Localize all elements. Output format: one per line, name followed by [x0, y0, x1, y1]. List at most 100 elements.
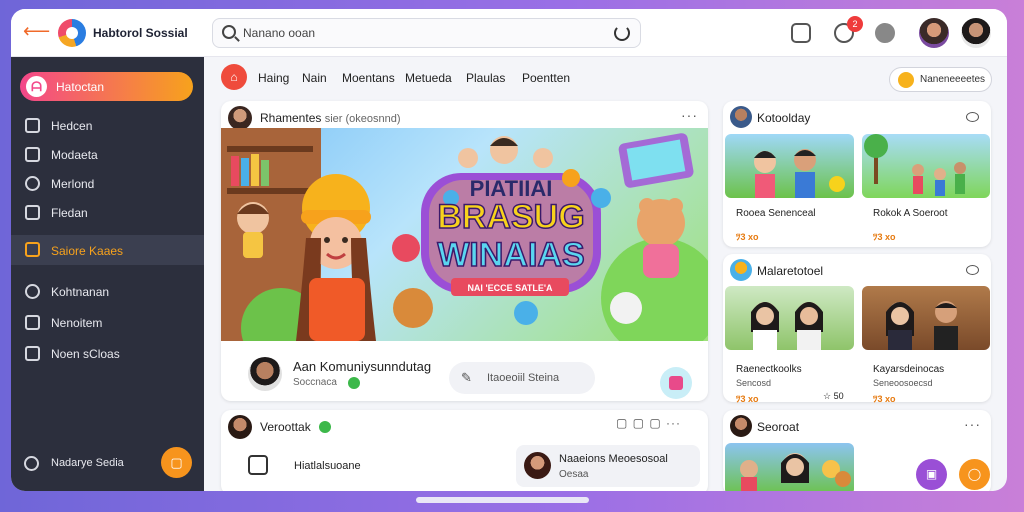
thumbnail[interactable] [725, 443, 854, 491]
more-icon[interactable]: ··· [681, 107, 698, 123]
help-icon[interactable] [875, 23, 895, 43]
thumb-value: ﾂ3 xo [736, 232, 759, 242]
sidebar-item[interactable]: Modaeta [11, 142, 204, 168]
side-card: Malaretotoel Raenectkoolks Sencosd ﾂ3 xo… [723, 254, 991, 404]
thumbnail[interactable] [725, 286, 854, 350]
item-sub: Oesaa [559, 469, 589, 480]
page-icon [25, 118, 40, 133]
sidebar-item[interactable]: Kohtnanan [11, 279, 204, 305]
chat-icon[interactable] [966, 265, 979, 275]
tab[interactable]: Haing [258, 71, 289, 85]
verified-icon [319, 421, 331, 433]
home-indicator [416, 497, 589, 503]
thumb-title: Rooea Senenceal [736, 208, 816, 219]
sidebar-item-active[interactable]: ᗩ Hatoctan [20, 72, 193, 101]
item-title: Naaeions Meoesosoal [559, 453, 668, 465]
post-card: Veroottak ▢ ▢ ▢ ··· Hiatlalsuoane Naaeio… [221, 410, 708, 491]
network-icon [25, 284, 40, 299]
sidebar-item[interactable]: Nenoitem [11, 310, 204, 336]
sidebar-item-label: Kohtnanan [51, 285, 110, 299]
thumb-title: Raenectkoolks [736, 364, 802, 375]
filter-pill-label: Naneneeeetes [920, 74, 986, 85]
compose-button[interactable]: ▢ [161, 447, 192, 478]
sidebar-item-selected[interactable]: Saiore Kaaes [11, 235, 204, 265]
chart-icon [248, 455, 268, 475]
thumbnail[interactable] [862, 286, 990, 350]
gift-icon [669, 376, 683, 390]
sidebar-item-label: Noen sCloas [51, 347, 120, 361]
sidebar-item-label: Hedcen [51, 119, 93, 133]
game-artwork: PIATIIAI BRASUG WINAIAS NAI 'ECCE SATLE'… [221, 128, 708, 341]
search-icon [222, 25, 236, 39]
search-input[interactable] [243, 23, 603, 43]
search-bar[interactable] [212, 18, 641, 48]
refresh-icon[interactable] [614, 25, 630, 41]
card-title: Seoroat [757, 420, 800, 434]
sidebar-item[interactable]: Merlond [11, 171, 204, 197]
item-avatar [524, 452, 551, 479]
filter-pill[interactable]: Naneneeeetes [889, 67, 992, 92]
post-footer-sub: Soccnaca [293, 377, 337, 388]
document-icon[interactable] [791, 23, 811, 43]
star-icon [898, 72, 914, 88]
sidebar-item-label: Saiore Kaaes [51, 244, 124, 258]
card-avatar[interactable] [730, 106, 752, 128]
thumb-sub: Sencosd [736, 378, 772, 388]
thumb-sub: Seneoosoecsd [873, 378, 933, 388]
author-avatar[interactable] [248, 357, 282, 391]
comment-placeholder: Itaoeoiil Steina [487, 372, 560, 384]
tab[interactable]: Moentans [342, 71, 395, 85]
card-title: Kotoolday [757, 111, 811, 125]
toolbar-icons[interactable]: ▢ ▢ ▢ ··· [616, 416, 681, 430]
app-title: Habtorol Sossial [93, 26, 188, 40]
card-avatar[interactable] [730, 415, 752, 437]
sidebar-item[interactable]: Noen sCloas [11, 341, 204, 367]
tab[interactable]: Nain [302, 71, 327, 85]
sidebar-item-label: Nenoitem [51, 316, 103, 330]
chat-icon[interactable] [966, 112, 979, 122]
post-author[interactable]: Veroottak [260, 420, 311, 434]
home-icon[interactable]: ⌂ [221, 64, 247, 90]
thumb-title: Rokok A Soeroot [873, 208, 948, 219]
comment-field[interactable]: ✎ Itaoeoiil Steina [449, 362, 595, 394]
sidebar-item[interactable]: Hedcen [11, 113, 204, 139]
sub-navigation: ⌂ Haing Nain Moentans Metueda Plaulas Po… [204, 57, 1007, 97]
profile-avatar[interactable] [961, 18, 991, 48]
bookmark-icon [25, 147, 40, 162]
art-line-2: BRASUG [437, 198, 584, 236]
linked-item[interactable]: Naaeions Meoesosoal Oesaa [516, 445, 700, 487]
post-item-left: Hiatlalsuoane [294, 460, 361, 472]
back-arrow-icon[interactable]: ⟵ [23, 22, 50, 42]
post-author[interactable]: Rhamentes [260, 111, 321, 125]
post-image[interactable]: PIATIIAI BRASUG WINAIAS NAI 'ECCE SATLE'… [221, 128, 708, 341]
author-avatar[interactable] [228, 106, 252, 130]
side-card: Seoroat ··· ▣ ◯ [723, 410, 991, 491]
thumb-value: ﾂ3 xo [736, 394, 759, 404]
app-logo[interactable] [58, 19, 86, 47]
location-icon [25, 176, 40, 191]
art-banner: NAI 'ECCE SATLE'A [467, 283, 553, 293]
thumbnail[interactable] [862, 134, 990, 198]
gift-button[interactable]: ▣ [916, 459, 947, 490]
sidebar-footer: Nadarye Sedia ▢ [11, 443, 204, 483]
thumbnail[interactable] [725, 134, 854, 198]
settings-icon[interactable] [24, 456, 39, 471]
app-icon: ᗩ [26, 76, 47, 97]
thumb-value: ﾂ3 xo [873, 394, 896, 404]
card-avatar[interactable] [730, 259, 752, 281]
tab[interactable]: Plaulas [466, 71, 505, 85]
author-avatar[interactable] [228, 415, 252, 439]
post-meta: sier (okeosnnd) [324, 113, 401, 125]
list-icon [25, 242, 40, 257]
tab[interactable]: Poentten [522, 71, 570, 85]
sidebar-item-label: Hatoctan [56, 80, 105, 94]
tab[interactable]: Metueda [405, 71, 452, 85]
thumb-value: ﾂ3 xo [873, 232, 896, 242]
more-icon[interactable]: ··· [964, 416, 981, 432]
user-avatar[interactable] [919, 18, 949, 48]
share-button[interactable] [660, 367, 692, 399]
side-card: Kotoolday Rooea Senenceal ﾂ3 xo Rokok A … [723, 101, 991, 247]
chat-button[interactable]: ◯ [959, 459, 990, 490]
sidebar-item[interactable]: Fledan [11, 200, 204, 226]
notification-badge: 2 [847, 16, 863, 32]
